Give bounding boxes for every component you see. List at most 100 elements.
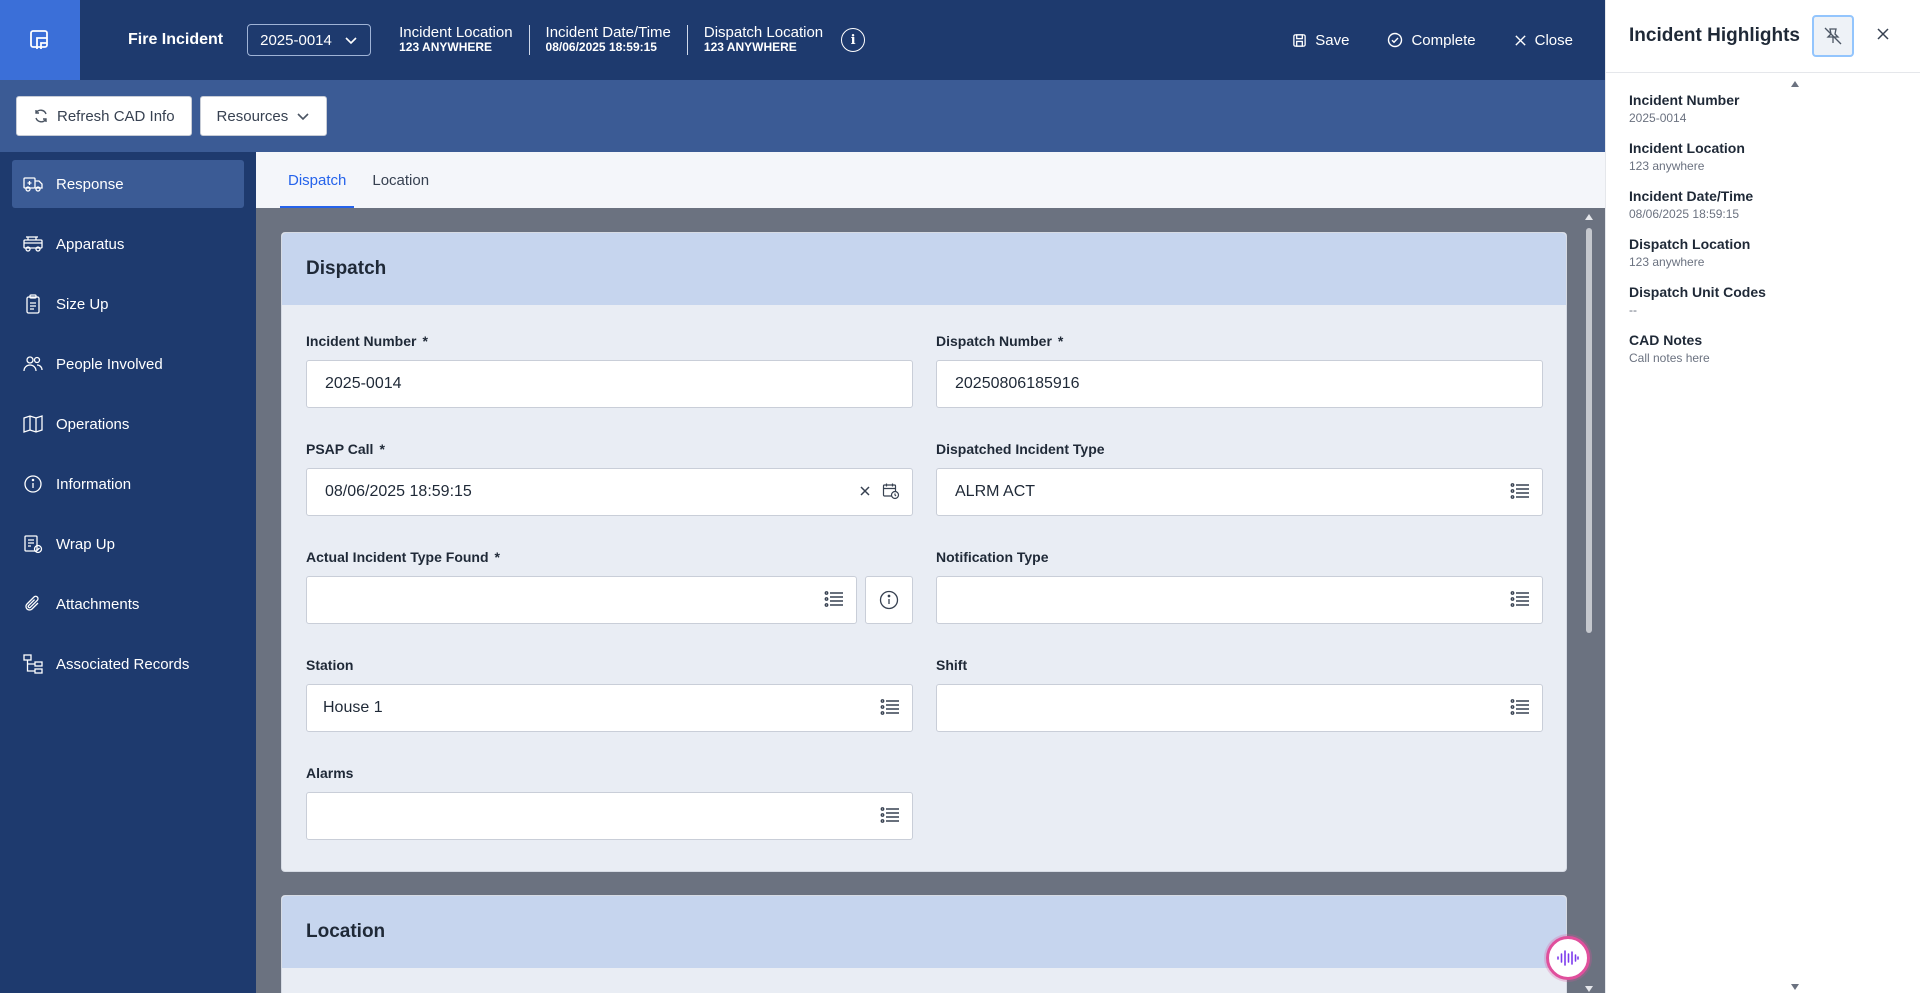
station-label: Station bbox=[306, 657, 354, 673]
list-icon[interactable] bbox=[880, 806, 900, 824]
actual-incident-type-field: Actual Incident Type Found * bbox=[306, 549, 913, 624]
main-content: Dispatch Incident Number * 2025-0014 Disp… bbox=[256, 208, 1605, 993]
dispatched-incident-type-field: Dispatched Incident Type ALRM ACT bbox=[936, 441, 1543, 516]
close-button[interactable]: Close bbox=[1514, 32, 1573, 49]
tab-dispatch[interactable]: Dispatch bbox=[280, 152, 355, 208]
shift-input[interactable] bbox=[936, 684, 1543, 732]
scroll-up-arrow-icon[interactable] bbox=[1585, 214, 1593, 220]
top-actions: Save Complete Close bbox=[1292, 32, 1605, 49]
unpin-button[interactable] bbox=[1812, 15, 1854, 57]
fire-truck-icon bbox=[22, 233, 44, 255]
complete-button[interactable]: Complete bbox=[1387, 31, 1476, 49]
list-icon[interactable] bbox=[1510, 698, 1530, 716]
sidebar-item-label: Response bbox=[56, 175, 124, 193]
content-scrollbar[interactable] bbox=[1585, 214, 1593, 992]
sidebar-item-people-involved[interactable]: People Involved bbox=[12, 340, 244, 388]
sidebar-item-label: People Involved bbox=[56, 355, 163, 373]
app-title: Fire Incident bbox=[128, 31, 224, 48]
app-logo[interactable] bbox=[0, 0, 80, 80]
input-value: ALRM ACT bbox=[955, 483, 1036, 500]
highlight-label: Incident Date/Time bbox=[1629, 188, 1754, 204]
logo-icon bbox=[30, 30, 48, 49]
highlight-value: Call notes here bbox=[1629, 351, 1710, 365]
alarms-input[interactable] bbox=[306, 792, 913, 840]
actual-incident-type-input[interactable] bbox=[306, 576, 857, 624]
required-mark: * bbox=[422, 333, 428, 349]
dispatched-incident-type-input[interactable]: ALRM ACT bbox=[936, 468, 1543, 516]
checklist-icon bbox=[22, 533, 44, 555]
sidebar-item-label: Attachments bbox=[56, 595, 140, 613]
sidebar-item-attachments[interactable]: Attachments bbox=[12, 580, 244, 628]
voice-assistant-button[interactable] bbox=[1546, 936, 1590, 980]
actual-incident-type-info-button[interactable] bbox=[865, 576, 913, 624]
incident-number-field: Incident Number * 2025-0014 bbox=[306, 333, 913, 408]
resources-dropdown[interactable]: Resources bbox=[199, 96, 328, 136]
input-value: 08/06/2025 18:59:15 bbox=[325, 483, 472, 500]
save-button[interactable]: Save bbox=[1292, 32, 1349, 49]
notification-type-input[interactable] bbox=[936, 576, 1543, 624]
tab-bar: Dispatch Location bbox=[256, 152, 1605, 208]
chevron-down-icon bbox=[297, 113, 309, 121]
dispatch-panel: Dispatch Incident Number * 2025-0014 Disp… bbox=[281, 232, 1567, 872]
sidebar-item-information[interactable]: Information bbox=[12, 460, 244, 508]
save-icon bbox=[1293, 33, 1307, 47]
meta-incident-location: Incident Location 123 ANYWHERE bbox=[399, 25, 528, 55]
highlight-label: Incident Location bbox=[1629, 140, 1745, 156]
list-icon[interactable] bbox=[824, 590, 844, 608]
station-input[interactable]: House 1 bbox=[306, 684, 913, 732]
sidebar-item-label: Wrap Up bbox=[56, 535, 115, 553]
highlights-scroll-up-icon[interactable] bbox=[1791, 81, 1799, 87]
close-label: Close bbox=[1534, 31, 1573, 49]
info-icon[interactable]: i bbox=[841, 28, 866, 52]
refresh-cad-button[interactable]: Refresh CAD Info bbox=[16, 96, 192, 136]
list-icon[interactable] bbox=[880, 698, 900, 716]
dispatch-number-input[interactable]: 20250806185916 bbox=[936, 360, 1543, 408]
required-mark: * bbox=[1057, 333, 1064, 349]
sidebar-item-size-up[interactable]: Size Up bbox=[12, 280, 244, 328]
highlight-item: Incident Date/Time 08/06/2025 18:59:15 bbox=[1629, 187, 1897, 223]
highlights-scroll-down-icon[interactable] bbox=[1791, 984, 1799, 990]
highlight-value: -- bbox=[1629, 303, 1637, 317]
dispatched-incident-type-label: Dispatched Incident Type bbox=[936, 441, 1105, 457]
sidebar-item-wrap-up[interactable]: Wrap Up bbox=[12, 520, 244, 568]
incident-number-input[interactable]: 2025-0014 bbox=[306, 360, 913, 408]
sidebar-item-operations[interactable]: Operations bbox=[12, 400, 244, 448]
calendar-clock-icon[interactable] bbox=[882, 482, 900, 500]
input-trail bbox=[824, 590, 844, 608]
tab-location[interactable]: Location bbox=[364, 152, 437, 208]
sidebar: Response Apparatus Size Up People Involv… bbox=[0, 152, 256, 993]
sidebar-item-associated-records[interactable]: Associated Records bbox=[12, 640, 244, 688]
highlight-value: 08/06/2025 18:59:15 bbox=[1629, 207, 1740, 221]
resources-label: Resources bbox=[216, 107, 289, 125]
psap-call-input[interactable]: 08/06/2025 18:59:15 bbox=[306, 468, 913, 516]
psap-call-actions bbox=[858, 482, 900, 500]
close-highlights-button[interactable] bbox=[1876, 27, 1890, 46]
label-text: PSAP Call bbox=[306, 441, 374, 457]
list-icon[interactable] bbox=[1510, 482, 1530, 500]
sidebar-item-label: Size Up bbox=[56, 295, 109, 313]
highlight-item: Dispatch Location 123 anywhere bbox=[1629, 235, 1897, 271]
info-icon bbox=[879, 590, 899, 610]
list-icon[interactable] bbox=[1510, 590, 1530, 608]
scroll-down-arrow-icon[interactable] bbox=[1585, 986, 1593, 992]
sidebar-item-apparatus[interactable]: Apparatus bbox=[12, 220, 244, 268]
required-mark: * bbox=[494, 549, 500, 565]
close-icon bbox=[1515, 34, 1526, 46]
info-icon bbox=[22, 473, 44, 495]
incident-meta: Incident Location 123 ANYWHERE Incident … bbox=[399, 25, 866, 55]
complete-label: Complete bbox=[1411, 31, 1476, 49]
highlight-item: Incident Location 123 anywhere bbox=[1629, 139, 1897, 175]
clear-icon[interactable] bbox=[858, 484, 872, 498]
save-label: Save bbox=[1315, 31, 1350, 49]
top-bar: Fire Incident 2025-0014 Incident Locatio… bbox=[0, 0, 1605, 80]
pin-off-icon bbox=[1824, 27, 1842, 45]
incident-number-select[interactable]: 2025-0014 bbox=[247, 24, 372, 56]
scroll-thumb[interactable] bbox=[1586, 228, 1592, 633]
label-text: Actual Incident Type Found bbox=[306, 549, 489, 565]
input-trail bbox=[1510, 698, 1530, 716]
sidebar-item-response[interactable]: Response bbox=[12, 160, 244, 208]
highlight-label: CAD Notes bbox=[1629, 332, 1703, 348]
sidebar-item-label: Apparatus bbox=[56, 235, 125, 253]
actual-incident-type-label: Actual Incident Type Found * bbox=[306, 549, 913, 567]
incident-number-label: Incident Number * bbox=[306, 333, 913, 351]
